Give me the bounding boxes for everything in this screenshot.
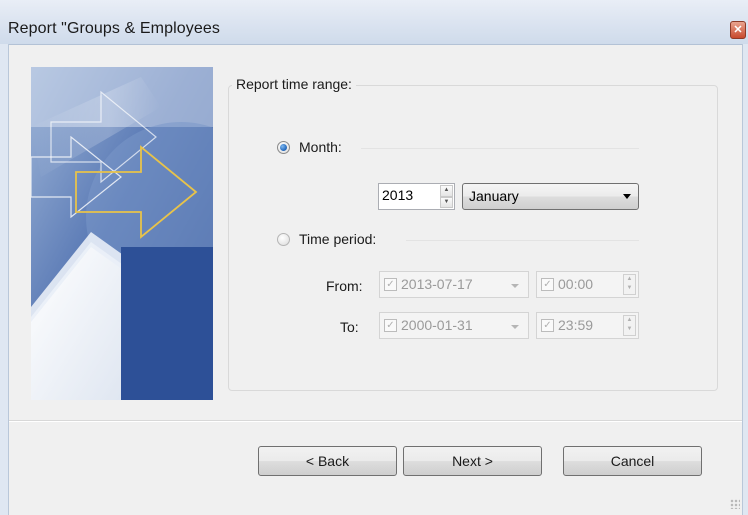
spinner-arrows-icon[interactable]: ▲ ▼ (623, 274, 636, 295)
time-range-legend: Report time range: (232, 76, 356, 92)
window-right-border (742, 44, 748, 515)
month-radio-label[interactable]: Month: (299, 139, 342, 155)
year-spinner[interactable]: 2013 ▲ ▼ (378, 183, 455, 210)
from-time-picker[interactable]: ✓ 00:00 ▲ ▼ (536, 271, 639, 298)
to-date-picker[interactable]: ✓ 2000-01-31 (379, 312, 529, 339)
year-value: 2013 (382, 187, 414, 203)
chevron-down-icon (623, 194, 631, 199)
checkbox-icon[interactable]: ✓ (384, 319, 397, 332)
time-period-radio-label[interactable]: Time period: (299, 231, 376, 247)
spinner-arrows-icon[interactable]: ▲ ▼ (440, 185, 453, 208)
to-time-picker[interactable]: ✓ 23:59 ▲ ▼ (536, 312, 639, 339)
checkbox-icon[interactable]: ✓ (541, 278, 554, 291)
year-up-button[interactable]: ▲ (440, 185, 453, 197)
arrows-illustration (31, 67, 213, 400)
month-radio[interactable] (277, 141, 290, 154)
chevron-down-icon[interactable] (511, 325, 519, 329)
close-icon[interactable]: ✕ (730, 21, 746, 39)
month-select[interactable]: January (462, 183, 639, 210)
month-separator (361, 148, 639, 149)
footer-separator-highlight (9, 421, 742, 422)
time-period-separator (406, 240, 639, 241)
to-time-value: 23:59 (558, 317, 594, 333)
from-time-value: 00:00 (558, 276, 594, 292)
year-down-button[interactable]: ▼ (440, 196, 453, 208)
from-date-value: 2013-07-17 (401, 276, 473, 292)
back-button[interactable]: < Back (258, 446, 397, 476)
time-period-radio[interactable] (277, 233, 290, 246)
resize-grip-icon[interactable] (730, 499, 740, 509)
cancel-button[interactable]: Cancel (563, 446, 702, 476)
checkbox-icon[interactable]: ✓ (541, 319, 554, 332)
to-label: To: (340, 319, 359, 335)
month-value: January (469, 188, 519, 204)
window-title: Report "Groups & Employees (8, 20, 220, 37)
next-button[interactable]: Next > (403, 446, 542, 476)
checkbox-icon[interactable]: ✓ (384, 278, 397, 291)
wizard-window: Report "Groups & Employees ✕ Report time… (0, 0, 748, 515)
spinner-arrows-icon[interactable]: ▲ ▼ (623, 315, 636, 336)
chevron-down-icon[interactable] (511, 284, 519, 288)
from-label: From: (326, 278, 363, 294)
window-left-border (0, 44, 9, 515)
from-date-picker[interactable]: ✓ 2013-07-17 (379, 271, 529, 298)
title-bar[interactable]: Report "Groups & Employees ✕ (0, 0, 748, 45)
wizard-banner-image (31, 67, 213, 400)
to-date-value: 2000-01-31 (401, 317, 473, 333)
